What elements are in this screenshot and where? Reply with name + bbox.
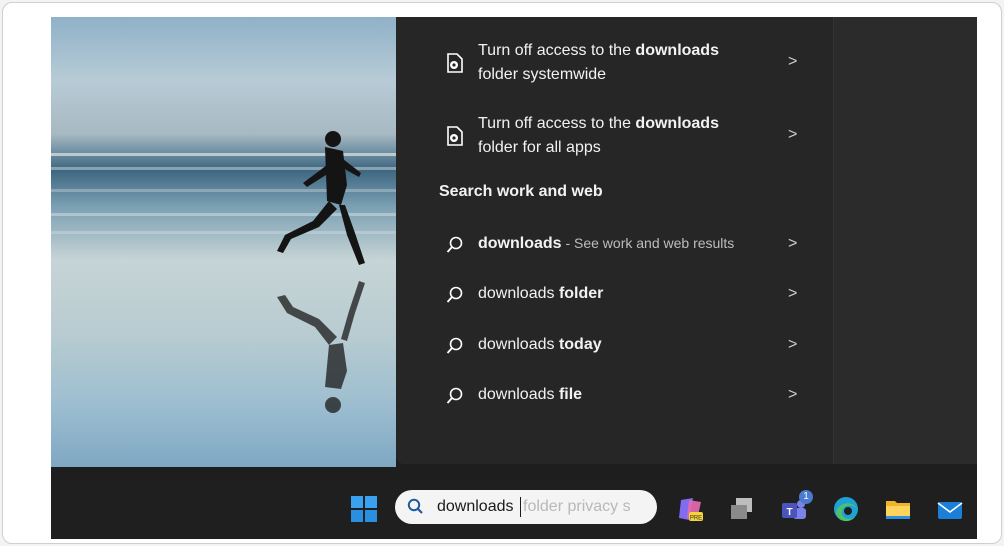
search-suggestion-ghost: folder privacy s bbox=[523, 498, 631, 515]
web-result-downloads[interactable]: downloads - See work and web results > bbox=[396, 228, 833, 264]
runner-silhouette bbox=[277, 131, 365, 413]
settings-result-all-apps[interactable]: Turn off access to the downloads folder … bbox=[396, 112, 833, 164]
mail-icon[interactable] bbox=[935, 494, 965, 524]
taskbar-search-box[interactable]: downloads folder privacy s bbox=[395, 490, 657, 524]
web-result-label: downloads file bbox=[478, 386, 583, 403]
chevron-right-icon: > bbox=[788, 126, 798, 143]
web-result-downloads-today[interactable]: downloads today > bbox=[396, 329, 833, 365]
chevron-right-icon: > bbox=[788, 235, 798, 252]
windows-start-icon[interactable] bbox=[349, 494, 379, 524]
desktop-wallpaper bbox=[51, 17, 396, 467]
search-input-value: downloads bbox=[437, 498, 514, 515]
web-result-downloads-file[interactable]: downloads file > bbox=[396, 379, 833, 415]
search-icon bbox=[446, 286, 463, 303]
chevron-right-icon: > bbox=[788, 386, 798, 403]
chevron-right-icon: > bbox=[788, 53, 798, 70]
result-label: Turn off access to the downloads folder … bbox=[478, 115, 719, 156]
search-flyout: Turn off access to the downloads folder … bbox=[396, 17, 833, 464]
notification-badge: 1 bbox=[799, 490, 813, 504]
web-result-label: downloads folder bbox=[478, 285, 604, 302]
search-icon bbox=[446, 387, 463, 404]
file-explorer-icon[interactable] bbox=[883, 494, 913, 524]
edge-icon[interactable] bbox=[831, 494, 861, 524]
task-view-icon[interactable] bbox=[727, 494, 757, 524]
preview-pane bbox=[833, 17, 977, 464]
section-title: Search work and web bbox=[439, 183, 603, 200]
search-icon bbox=[446, 337, 463, 354]
settings-file-icon bbox=[447, 126, 463, 146]
settings-file-icon bbox=[447, 53, 463, 73]
result-label: Turn off access to the downloads folder … bbox=[478, 42, 719, 83]
taskbar: downloads folder privacy s PRE T 1 bbox=[51, 480, 977, 539]
web-result-downloads-folder[interactable]: downloads folder > bbox=[396, 278, 833, 314]
web-result-label: downloads today bbox=[478, 336, 602, 353]
colorful-app-icon[interactable]: PRE bbox=[675, 494, 705, 524]
web-result-label: downloads - See work and web results bbox=[478, 235, 735, 252]
svg-text:T: T bbox=[786, 507, 792, 518]
search-icon bbox=[407, 498, 423, 514]
chevron-right-icon: > bbox=[788, 336, 798, 353]
desktop-screen: Turn off access to the downloads folder … bbox=[51, 17, 977, 539]
screenshot-frame: Turn off access to the downloads folder … bbox=[2, 2, 1002, 544]
svg-text:PRE: PRE bbox=[690, 516, 702, 522]
text-caret bbox=[520, 497, 521, 517]
search-icon bbox=[446, 236, 463, 253]
chevron-right-icon: > bbox=[788, 285, 798, 302]
settings-result-systemwide[interactable]: Turn off access to the downloads folder … bbox=[396, 39, 833, 91]
